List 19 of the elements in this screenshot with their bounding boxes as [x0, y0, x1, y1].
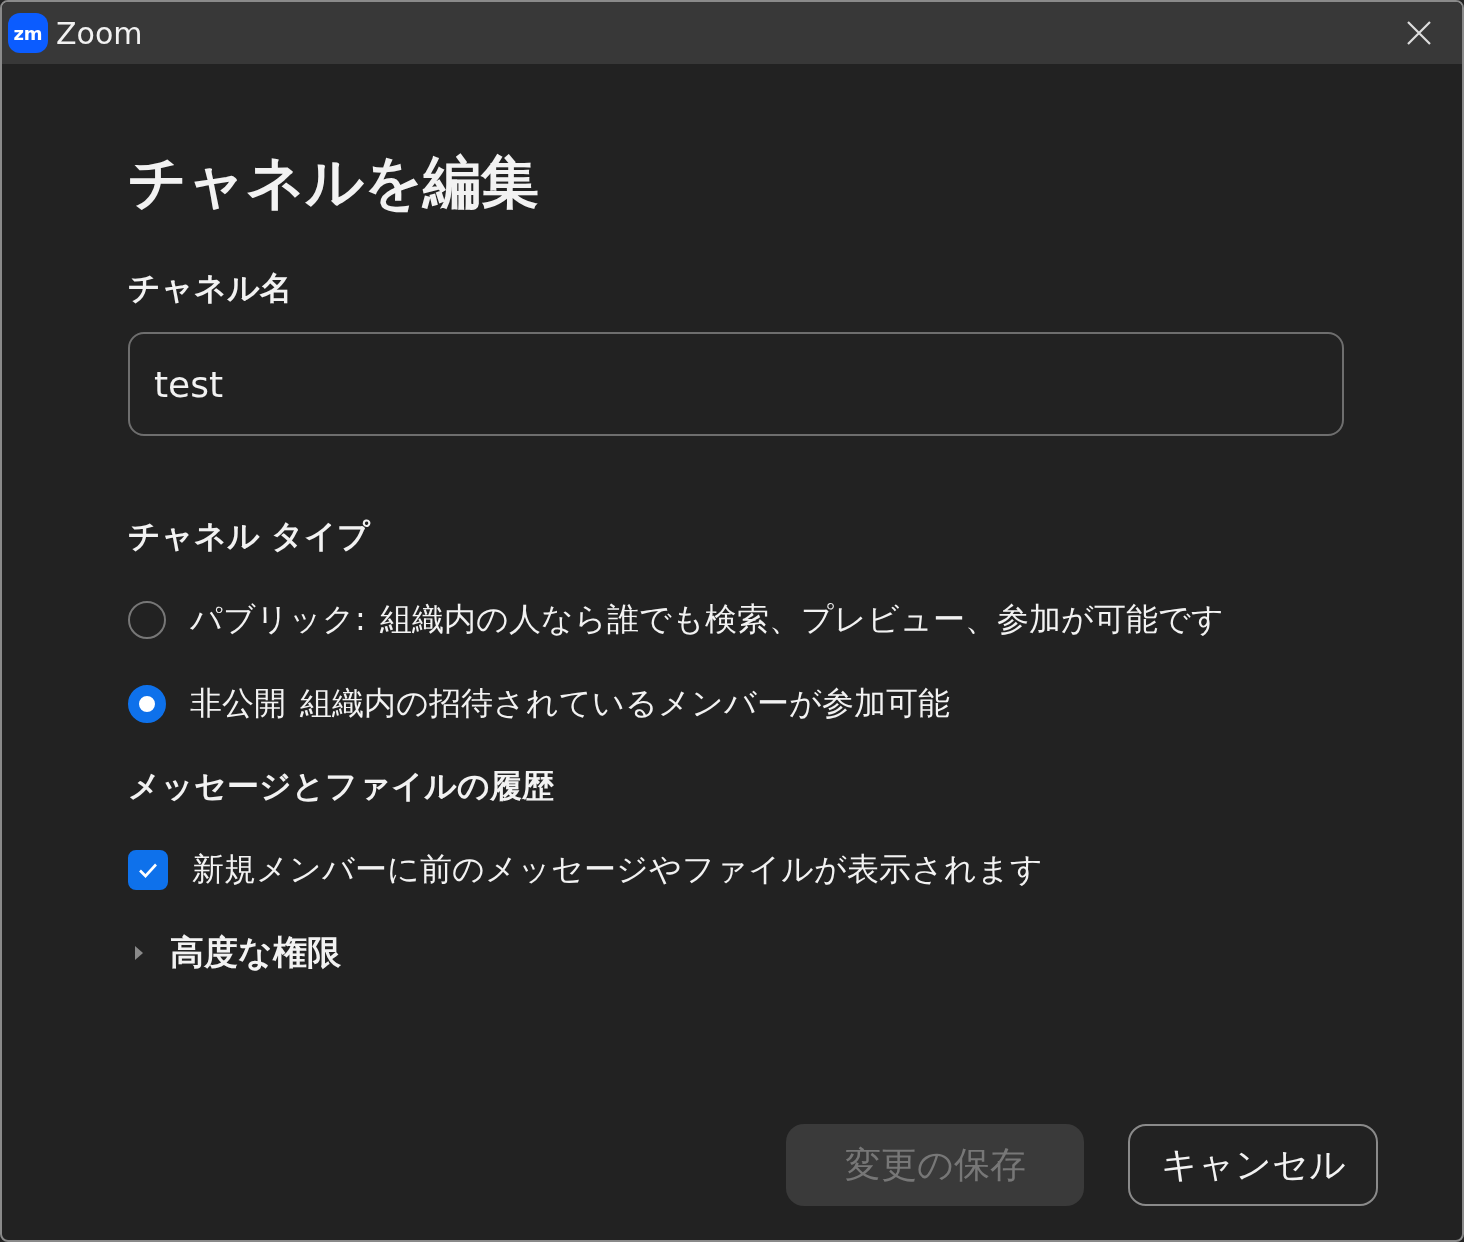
channel-name-field[interactable]: test [128, 332, 1344, 436]
section-label: チャネル タイプ [128, 516, 372, 556]
dialog-heading: チャネルを編集 [128, 147, 540, 218]
section-toggle[interactable]: 高度な権限 [170, 930, 341, 976]
section-label: メッセージとファイルの履歴 [128, 766, 555, 806]
radio-button[interactable] [128, 685, 166, 723]
expand-arrow-icon[interactable] [134, 945, 144, 961]
checkbox-label: 新規メンバーに前のメッセージやファイルが表示されます [192, 849, 1043, 890]
radio-button[interactable] [128, 601, 166, 639]
cancel-button[interactable]: キャンセル [1128, 1124, 1378, 1206]
option-description: 組織内の人なら誰でも検索、プレビュー、参加が可能です [379, 599, 1224, 640]
app-logo: zm [8, 13, 48, 53]
field-label: チャネル名 [128, 268, 293, 308]
checkbox[interactable] [128, 850, 168, 890]
close-icon[interactable] [1406, 20, 1432, 46]
window-title: Zoom [56, 15, 144, 51]
option-label: 非公開 [190, 683, 286, 724]
option-description: 組織内の招待されているメンバーが参加可能 [300, 683, 950, 724]
option-label: パブリック: [190, 599, 366, 640]
